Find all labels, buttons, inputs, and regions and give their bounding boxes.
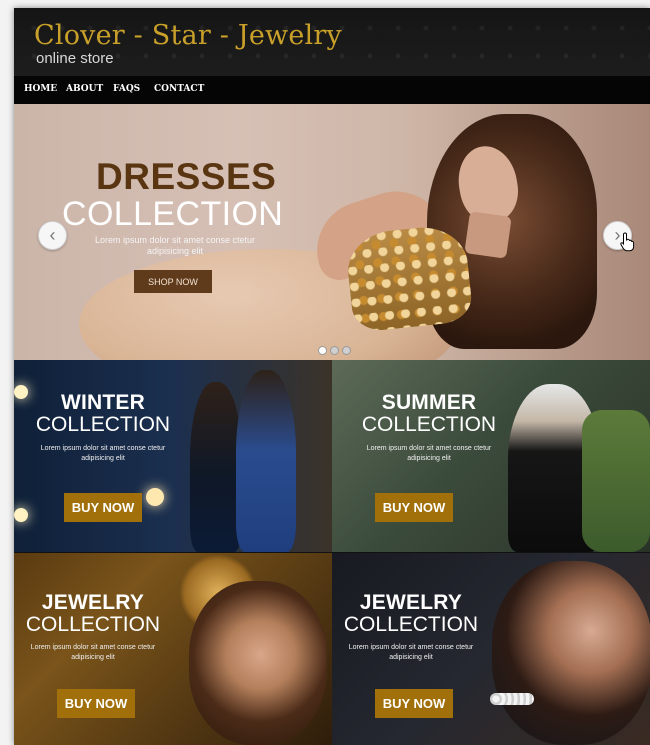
site-logo-text[interactable]: Clover - Star - Jewelry xyxy=(34,20,342,51)
shop-now-button[interactable]: SHOP NOW xyxy=(134,270,212,293)
page-frame: Clover - Star - Jewelry online store HOM… xyxy=(14,8,650,745)
tile-subtitle: COLLECTION xyxy=(361,413,497,436)
hero-model-neck xyxy=(464,211,512,259)
nav-about[interactable]: ABOUT xyxy=(66,84,103,94)
tile-description: Lorem ipsum dolor sit amet conse ctetur … xyxy=(348,644,474,661)
hero-title-dresses: DRESSES xyxy=(96,156,277,197)
buy-now-button[interactable]: BUY NOW xyxy=(57,689,135,718)
model-figure xyxy=(236,370,296,552)
model-figure xyxy=(190,382,242,552)
tile-subtitle: COLLECTION xyxy=(35,413,171,436)
collection-tile-summer: SUMMER COLLECTION Lorem ipsum dolor sit … xyxy=(332,360,650,552)
pearl-bracelet xyxy=(490,693,534,705)
hand-cursor-icon xyxy=(620,232,635,252)
tile-subtitle: COLLECTION xyxy=(343,613,479,636)
slider-dot-1[interactable] xyxy=(318,346,327,355)
buy-now-button[interactable]: BUY NOW xyxy=(64,493,142,522)
model-figure xyxy=(492,561,650,745)
hero-slider: DRESSES COLLECTION Lorem ipsum dolor sit… xyxy=(14,104,650,360)
foliage xyxy=(582,410,650,552)
hero-title-collection: COLLECTION xyxy=(62,195,284,233)
site-tagline: online store xyxy=(36,50,114,67)
tile-title: JEWELRY xyxy=(359,591,463,614)
tile-subtitle: COLLECTION xyxy=(25,613,161,636)
collection-tile-winter: WINTER COLLECTION Lorem ipsum dolor sit … xyxy=(14,360,332,552)
hero-description: Lorem ipsum dolor sit amet conse ctetur … xyxy=(94,235,256,256)
light-decoration xyxy=(14,508,28,522)
tile-description: Lorem ipsum dolor sit amet conse ctetur … xyxy=(30,644,156,661)
nav-home[interactable]: HOME xyxy=(24,84,57,94)
slider-prev-button[interactable]: ‹ xyxy=(38,221,67,250)
collection-tile-jewelry: JEWELRY COLLECTION Lorem ipsum dolor sit… xyxy=(14,553,332,745)
nav-faqs[interactable]: FAQS xyxy=(113,84,140,94)
tile-description: Lorem ipsum dolor sit amet conse ctetur … xyxy=(366,445,492,462)
nav-contact[interactable]: CONTACT xyxy=(154,84,204,94)
buy-now-button[interactable]: BUY NOW xyxy=(375,493,453,522)
light-decoration xyxy=(146,488,164,506)
site-header: Clover - Star - Jewelry online store xyxy=(14,8,650,76)
tile-title: SUMMER xyxy=(381,391,477,414)
collection-grid: WINTER COLLECTION Lorem ipsum dolor sit … xyxy=(14,360,650,745)
slider-dots xyxy=(318,346,358,355)
main-nav: HOME ABOUT FAQS CONTACT xyxy=(14,76,650,165)
tile-description: Lorem ipsum dolor sit amet conse ctetur … xyxy=(40,445,166,462)
model-figure xyxy=(189,581,327,745)
tile-title: WINTER xyxy=(60,391,146,414)
tile-title: JEWELRY xyxy=(41,591,145,614)
chevron-left-icon: ‹ xyxy=(49,225,56,245)
buy-now-button[interactable]: BUY NOW xyxy=(375,689,453,718)
slider-dot-3[interactable] xyxy=(342,346,351,355)
slider-dot-2[interactable] xyxy=(330,346,339,355)
collection-tile-jewelry-2: JEWELRY COLLECTION Lorem ipsum dolor sit… xyxy=(332,553,650,745)
